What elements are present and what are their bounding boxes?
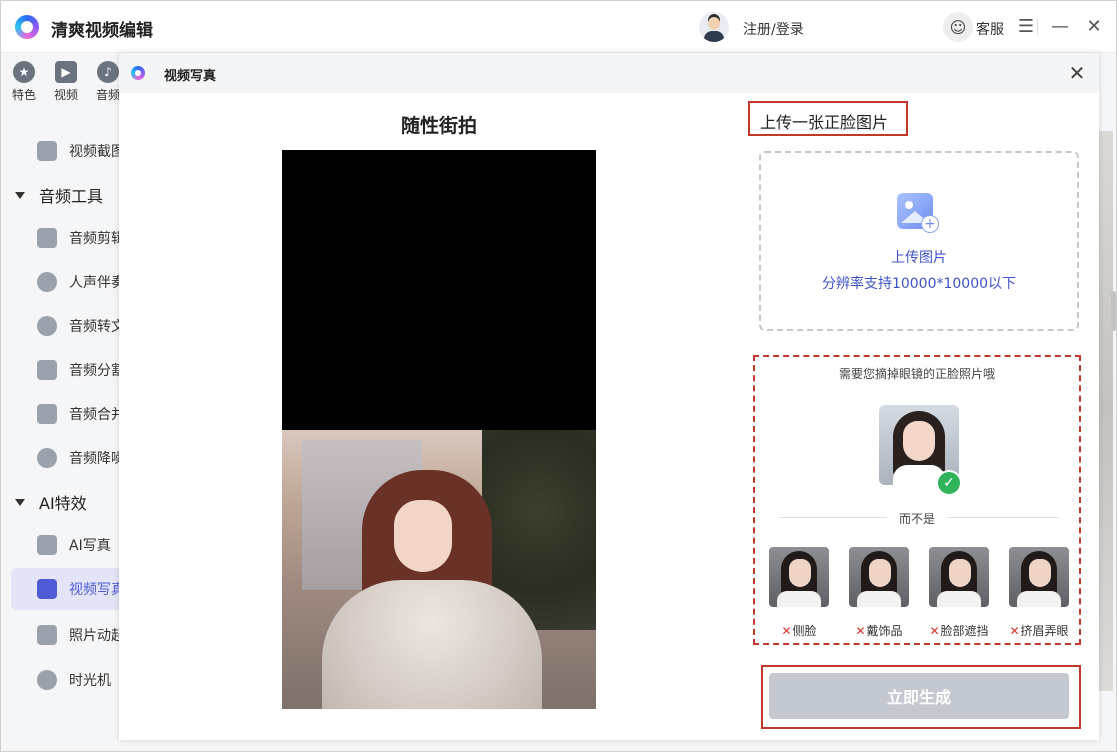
sidebar-section-ai-effects[interactable]: AI特效 xyxy=(15,488,87,516)
style-title: 随性街拍 xyxy=(400,115,477,137)
customer-service-label[interactable]: 客服 xyxy=(976,19,1004,39)
photo-animate-icon xyxy=(37,625,57,645)
topnav-featured[interactable]: ★ 特色 xyxy=(2,61,46,103)
bad-example-accessories xyxy=(849,547,909,607)
denoise-icon xyxy=(37,448,57,468)
bad-label-face-covered: ✕脸部遮挡 xyxy=(929,624,989,638)
customer-service-icon[interactable]: ☺ xyxy=(943,12,973,42)
merge-icon xyxy=(37,404,57,424)
microphone-icon xyxy=(37,316,57,336)
app-title: 清爽视频编辑 xyxy=(51,21,153,41)
background-content-strip xyxy=(1099,131,1113,691)
video-portrait-icon xyxy=(37,579,57,599)
person-icon xyxy=(37,272,57,292)
sidebar-item-video-portrait[interactable]: 视频写真 xyxy=(11,568,129,610)
upload-dropzone[interactable]: + 上传图片 分辨率支持10000*10000以下 xyxy=(759,151,1079,331)
sidebar-item-audio-edit[interactable]: 音频剪辑 xyxy=(11,217,129,259)
title-bar: 清爽视频编辑 注册/登录 ☺ 客服 ☰ — ✕ xyxy=(1,1,1116,53)
sidebar-item-ai-portrait[interactable]: AI写真 xyxy=(11,524,129,566)
bad-label-accessories: ✕戴饰品 xyxy=(855,624,903,638)
dialog-header: 视频写真 ✕ xyxy=(119,53,1099,93)
film-icon: ▶ xyxy=(55,61,77,83)
minimize-icon[interactable]: — xyxy=(1047,13,1073,39)
cross-icon: ✕ xyxy=(855,624,866,638)
user-avatar[interactable] xyxy=(699,12,729,42)
music-note-icon xyxy=(37,360,57,380)
check-icon: ✓ xyxy=(936,470,962,496)
app-logo-icon xyxy=(15,15,39,39)
dialog-logo-icon xyxy=(131,66,145,80)
upload-label: 上传图片 xyxy=(891,250,947,266)
sidebar-item-video-screenshot[interactable]: 视频截图 xyxy=(11,130,129,172)
caret-down-icon xyxy=(15,498,25,506)
bad-example-side-face xyxy=(769,547,829,607)
menu-icon[interactable]: ☰ xyxy=(1013,13,1039,39)
time-machine-icon xyxy=(37,670,57,690)
guide-divider-text: 而不是 xyxy=(887,510,947,527)
video-portrait-dialog: 视频写真 ✕ 随性街拍 上传一张正脸图片 + 上传图片 分辨率支持10000*1… xyxy=(119,53,1099,740)
photo-guide-panel: 需要您摘掉眼镜的正脸照片哦 ✓ 而不是 ✕侧脸 ✕戴饰品 ✕脸部遮挡 ✕挤眉弄眼 xyxy=(753,355,1081,645)
topnav-video[interactable]: ▶ 视频 xyxy=(44,61,88,103)
sidebar-item-vocal-accompaniment[interactable]: 人声伴奏 xyxy=(11,261,129,303)
sidebar-item-audio-to-text[interactable]: 音频转文 xyxy=(11,305,129,347)
cross-icon: ✕ xyxy=(1009,624,1020,638)
sidebar-section-audio-tools[interactable]: 音频工具 xyxy=(15,181,103,209)
preview-photo xyxy=(282,430,596,709)
audio-edit-icon xyxy=(37,228,57,248)
sidebar-item-time-machine[interactable]: 时光机 xyxy=(11,659,129,701)
star-icon: ★ xyxy=(13,61,35,83)
bad-example-face-covered xyxy=(929,547,989,607)
scrollbar-thumb[interactable] xyxy=(1111,291,1116,331)
bad-label-grimace: ✕挤眉弄眼 xyxy=(1009,624,1069,638)
login-link[interactable]: 注册/登录 xyxy=(743,19,804,39)
sidebar-item-audio-split[interactable]: 音频分割 xyxy=(11,349,129,391)
bad-example-grimace xyxy=(1009,547,1069,607)
guide-note: 需要您摘掉眼镜的正脸照片哦 xyxy=(838,367,995,381)
bad-label-side-face: ✕侧脸 xyxy=(781,624,817,638)
sidebar-item-audio-denoise[interactable]: 音频降噪 xyxy=(11,437,129,479)
cross-icon: ✕ xyxy=(781,624,792,638)
sidebar-item-audio-merge[interactable]: 音频合并 xyxy=(11,393,129,435)
music-icon: ♪ xyxy=(97,61,119,83)
generate-button[interactable]: 立即生成 xyxy=(769,673,1069,719)
upload-heading: 上传一张正脸图片 xyxy=(760,113,889,132)
close-window-icon[interactable]: ✕ xyxy=(1081,13,1107,39)
style-preview-video[interactable] xyxy=(282,150,596,709)
cross-icon: ✕ xyxy=(929,624,940,638)
upload-resolution-hint: 分辨率支持10000*10000以下 xyxy=(821,276,1017,292)
upload-heading-highlight: 上传一张正脸图片 xyxy=(748,101,908,136)
sidebar-item-photo-animate[interactable]: 照片动起 xyxy=(11,614,129,656)
plus-icon: + xyxy=(921,215,939,233)
dialog-close-icon[interactable]: ✕ xyxy=(1065,61,1089,85)
screenshot-icon xyxy=(37,141,57,161)
ai-portrait-icon xyxy=(37,535,57,555)
sidebar: 视频截图 音频工具 音频剪辑 人声伴奏 音频转文 音频分割 音频合并 音频降噪 xyxy=(1,113,129,705)
caret-down-icon xyxy=(15,191,25,199)
dialog-title: 视频写真 xyxy=(164,69,217,84)
